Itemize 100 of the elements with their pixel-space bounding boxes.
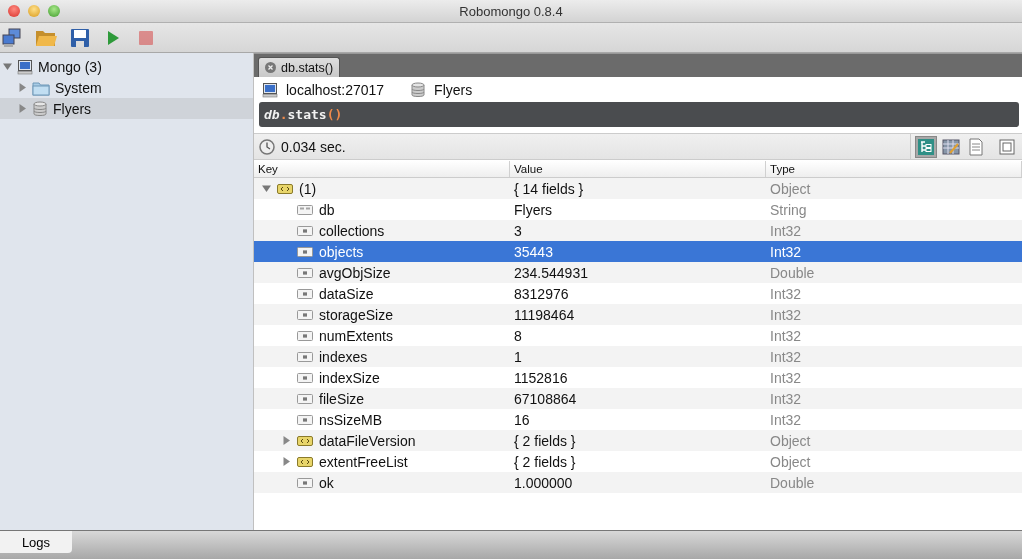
key-text: indexSize xyxy=(319,369,380,386)
type-text: Double xyxy=(770,264,815,281)
type-text: Int32 xyxy=(770,390,802,407)
key-text: collections xyxy=(319,222,385,239)
number-icon xyxy=(297,246,313,257)
logs-tab[interactable]: Logs xyxy=(0,531,72,553)
tree-item[interactable]: System xyxy=(0,77,253,98)
close-icon[interactable] xyxy=(265,62,276,73)
query-editor[interactable]: db.stats() xyxy=(259,102,1019,127)
type-text: Int32 xyxy=(770,411,802,428)
value-text: 1.000000 xyxy=(514,474,573,491)
query-tab[interactable]: db.stats() xyxy=(258,57,341,77)
key-text: objects xyxy=(319,243,364,260)
value-text: { 2 fields } xyxy=(514,432,576,449)
type-text: String xyxy=(770,201,807,218)
type-text: Int32 xyxy=(770,285,802,302)
database-name: Flyers xyxy=(434,81,473,98)
tree-item[interactable]: Mongo (3) xyxy=(0,56,253,77)
type-text: Int32 xyxy=(770,222,802,239)
result-row[interactable]: dataFileVersion { 2 fields } Object xyxy=(254,430,1022,451)
number-icon xyxy=(297,330,313,341)
result-row[interactable]: extentFreeList { 2 fields } Object xyxy=(254,451,1022,472)
key-text: ok xyxy=(319,474,334,491)
number-icon xyxy=(297,351,313,362)
number-icon xyxy=(297,414,313,425)
number-icon xyxy=(297,372,313,383)
value-text: { 14 fields } xyxy=(514,180,584,197)
collapsed-arrow-icon[interactable] xyxy=(282,457,291,466)
result-row[interactable]: objects 35443 Int32 xyxy=(254,241,1022,262)
zoom-button[interactable] xyxy=(48,5,60,17)
result-row[interactable]: fileSize 67108864 Int32 xyxy=(254,388,1022,409)
key-text: nsSizeMB xyxy=(319,411,383,428)
type-text: Int32 xyxy=(770,369,802,386)
result-row[interactable]: nsSizeMB 16 Int32 xyxy=(254,409,1022,430)
key-text: (1) xyxy=(299,180,317,197)
key-text: db xyxy=(319,201,335,218)
minimize-button[interactable] xyxy=(28,5,40,17)
result-row[interactable]: collections 3 Int32 xyxy=(254,220,1022,241)
tree-view-button[interactable] xyxy=(915,135,937,158)
string-icon xyxy=(297,204,313,215)
type-text: Int32 xyxy=(770,306,802,323)
number-icon xyxy=(297,393,313,404)
database-icon xyxy=(410,81,427,98)
value-text: 16 xyxy=(514,411,530,428)
computer-icon xyxy=(17,58,33,75)
key-text: storageSize xyxy=(319,306,393,323)
column-header[interactable]: Type xyxy=(770,163,795,175)
key-text: extentFreeList xyxy=(319,453,408,470)
key-text: avgObjSize xyxy=(319,264,391,281)
type-text: Int32 xyxy=(770,243,802,260)
value-text: 1152816 xyxy=(514,369,568,386)
column-header[interactable]: Key xyxy=(258,163,278,175)
window-title: Robomongo 0.8.4 xyxy=(459,3,563,19)
expanded-arrow-icon[interactable] xyxy=(3,62,12,71)
value-text: 1 xyxy=(514,348,522,365)
type-text: Object xyxy=(770,453,811,470)
column-header[interactable]: Value xyxy=(514,163,543,175)
database-icon xyxy=(32,100,48,117)
type-text: Object xyxy=(770,432,811,449)
object-icon xyxy=(297,456,313,467)
execution-time: 0.034 sec. xyxy=(281,138,346,155)
result-row[interactable]: db Flyers String xyxy=(254,199,1022,220)
key-text: fileSize xyxy=(319,390,365,407)
value-text: 8312976 xyxy=(514,285,569,302)
type-text: Double xyxy=(770,474,815,491)
computers-icon[interactable] xyxy=(2,27,22,48)
type-text: Object xyxy=(770,180,811,197)
key-text: dataSize xyxy=(319,285,374,302)
result-row[interactable]: dataSize 8312976 Int32 xyxy=(254,283,1022,304)
number-icon xyxy=(297,477,313,488)
value-text: Flyers xyxy=(514,201,553,218)
computer-icon xyxy=(262,81,278,98)
tree-item[interactable]: Flyers xyxy=(0,98,253,119)
result-row[interactable]: indexes 1 Int32 xyxy=(254,346,1022,367)
folder-icon xyxy=(32,79,50,96)
result-row[interactable]: (1) { 14 fields } Object xyxy=(254,178,1022,199)
value-text: { 2 fields } xyxy=(514,453,576,470)
number-icon xyxy=(297,309,313,320)
value-text: 3 xyxy=(514,222,522,239)
type-text: Int32 xyxy=(770,327,802,344)
key-text: numExtents xyxy=(319,327,393,344)
close-button[interactable] xyxy=(8,5,20,17)
collapsed-arrow-icon[interactable] xyxy=(282,436,291,445)
result-row[interactable]: avgObjSize 234.544931 Double xyxy=(254,262,1022,283)
object-icon xyxy=(277,183,293,194)
expanded-arrow-icon[interactable] xyxy=(262,184,271,193)
value-text: 67108864 xyxy=(514,390,577,407)
value-text: 35443 xyxy=(514,243,553,260)
collapsed-arrow-icon[interactable] xyxy=(18,83,27,92)
result-row[interactable]: ok 1.000000 Double xyxy=(254,472,1022,493)
value-text: 11198464 xyxy=(514,306,575,323)
result-row[interactable]: storageSize 11198464 Int32 xyxy=(254,304,1022,325)
result-row[interactable]: indexSize 1152816 Int32 xyxy=(254,367,1022,388)
result-row[interactable]: numExtents 8 Int32 xyxy=(254,325,1022,346)
number-icon xyxy=(297,267,313,278)
value-text: 234.544931 xyxy=(514,264,588,281)
collapsed-arrow-icon[interactable] xyxy=(18,104,27,113)
clock-icon xyxy=(259,138,275,155)
value-text: 8 xyxy=(514,327,522,344)
number-icon xyxy=(297,225,313,236)
